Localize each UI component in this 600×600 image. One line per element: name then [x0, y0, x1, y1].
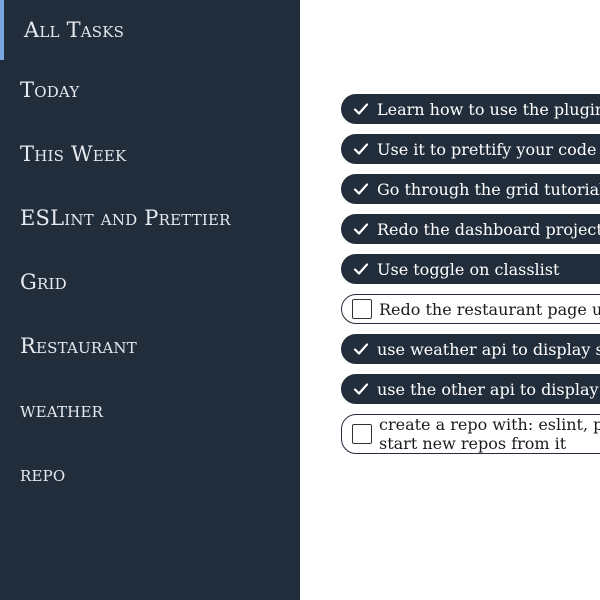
sidebar-item-this-week[interactable]: This Week [0, 124, 300, 184]
task-checkbox[interactable] [352, 260, 370, 278]
sidebar-item-label: Today [20, 77, 80, 102]
task-text: Redo the dashboard project [377, 219, 600, 239]
sidebar-item-label: ESLint and Prettier [20, 205, 231, 230]
task-checkbox[interactable] [352, 100, 370, 118]
sidebar-item-label: weather [20, 397, 104, 422]
checkmark-icon [353, 383, 369, 395]
task-checkbox[interactable] [352, 424, 372, 444]
task-checkbox[interactable] [352, 299, 372, 319]
sidebar-item-grid[interactable]: Grid [0, 252, 300, 312]
task-list: Learn how to use the plugin Use it to pr… [300, 0, 600, 600]
sidebar-item-restaurant[interactable]: Restaurant [0, 316, 300, 376]
task-text-line: create a repo with: eslint, p [379, 415, 600, 434]
task-text: Use toggle on classlist [377, 259, 560, 279]
sidebar-item-label: Restaurant [20, 333, 137, 358]
sidebar-item-label: This Week [20, 141, 127, 166]
task-checkbox[interactable] [352, 180, 370, 198]
checkmark-icon [353, 103, 369, 115]
checkmark-icon [353, 263, 369, 275]
sidebar: All Tasks Today This Week ESLint and Pre… [0, 0, 300, 600]
sidebar-item-label: repo [20, 461, 66, 486]
sidebar-item-all-tasks[interactable]: All Tasks [0, 0, 300, 60]
checkmark-icon [353, 183, 369, 195]
task-text: Learn how to use the plugin [377, 99, 600, 119]
checkmark-icon [353, 223, 369, 235]
task-text: Redo the restaurant page u [379, 299, 600, 319]
task-checkbox[interactable] [352, 140, 370, 158]
task-checkbox[interactable] [352, 340, 370, 358]
task-text: Go through the grid tutorial [377, 179, 600, 199]
sidebar-item-weather[interactable]: weather [0, 380, 300, 440]
task-item[interactable]: use weather api to display s [341, 334, 600, 364]
checkmark-icon [353, 143, 369, 155]
sidebar-item-label: Grid [20, 269, 67, 294]
sidebar-item-eslint-and-prettier[interactable]: ESLint and Prettier [0, 188, 300, 248]
task-text: use the other api to display [377, 379, 599, 399]
task-text: use weather api to display s [377, 339, 600, 359]
task-text: create a repo with: eslint, p start new … [379, 415, 600, 453]
sidebar-item-today[interactable]: Today [0, 60, 300, 120]
task-text-line: start new repos from it [379, 434, 567, 453]
task-item[interactable]: Go through the grid tutorial [341, 174, 600, 204]
task-item[interactable]: Learn how to use the plugin [341, 94, 600, 124]
task-item[interactable]: use the other api to display [341, 374, 600, 404]
task-checkbox[interactable] [352, 220, 370, 238]
task-text: Use it to prettify your code [377, 139, 597, 159]
sidebar-item-label: All Tasks [24, 17, 125, 42]
sidebar-item-repo[interactable]: repo [0, 444, 300, 504]
task-item[interactable]: Redo the restaurant page u [341, 294, 600, 324]
task-item[interactable]: Redo the dashboard project [341, 214, 600, 244]
task-item[interactable]: create a repo with: eslint, p start new … [341, 414, 600, 454]
checkmark-icon [353, 343, 369, 355]
task-item[interactable]: Use it to prettify your code [341, 134, 600, 164]
task-checkbox[interactable] [352, 380, 370, 398]
task-item[interactable]: Use toggle on classlist [341, 254, 600, 284]
